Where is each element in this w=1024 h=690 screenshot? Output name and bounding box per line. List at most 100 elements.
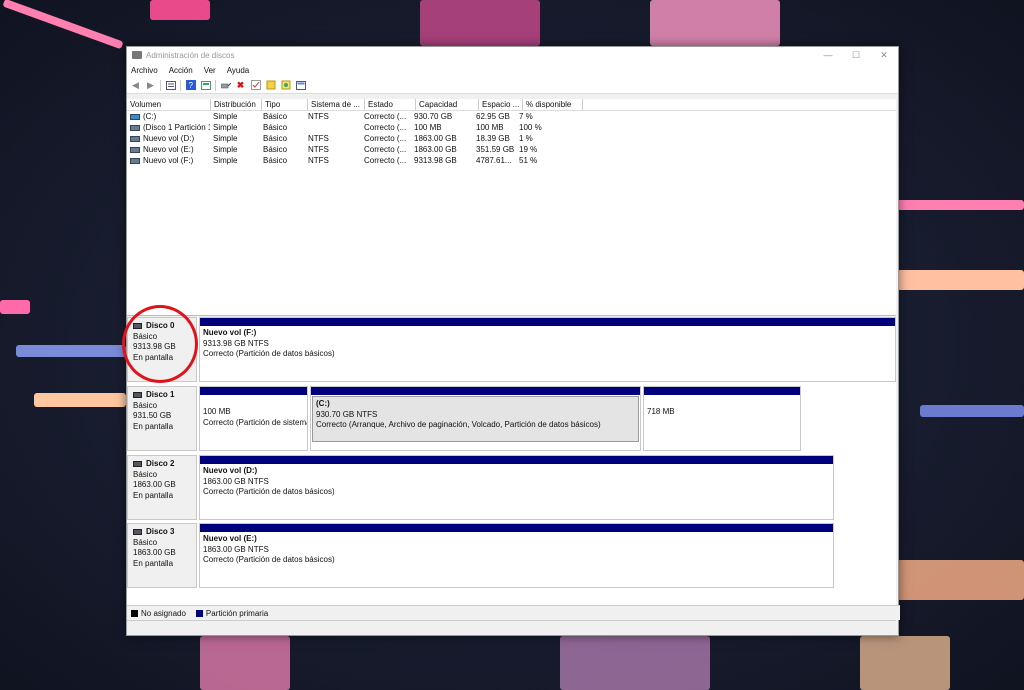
column-header[interactable]: Espacio ... [479,99,523,110]
partition-bar [200,456,833,464]
column-header[interactable]: Volumen [127,99,211,110]
cell-text: Correcto (... [364,156,407,165]
partition-bar [200,387,307,395]
partition-status: Correcto (Partición de datos básicos) [203,555,335,564]
cell-text: Simple [213,112,238,121]
disk-type: Básico [133,469,158,479]
menu-archivo[interactable]: Archivo [131,66,158,75]
table-cell: Correcto (... [361,155,411,166]
table-cell: NTFS [305,155,361,166]
toolbar-separator [160,79,161,91]
app-icon [132,51,142,59]
disk-label[interactable]: Disco 1 Básico 931.50 GB En pantalla [127,386,197,451]
cell-text: Simple [213,145,238,154]
streak [897,200,1024,210]
column-header[interactable]: Estado [365,99,416,110]
streak [150,0,210,20]
disk-row-1[interactable]: Disco 1 Básico 931.50 GB En pantalla 100… [127,386,801,451]
cell-text: Básico [263,145,288,154]
table-cell: 100 MB [411,122,473,133]
cell-text: 351.59 GB [476,145,515,154]
minimize-button[interactable]: — [814,50,842,60]
partition-status: Correcto (Partición de datos básicos) [203,349,335,358]
disk-list-icon[interactable] [165,80,176,91]
cell-text: (Disco 1 Partición 1) [143,123,210,132]
forward-arrow-icon[interactable]: ▶ [145,80,156,91]
table-cell: 4787.61... [473,155,516,166]
disk-size: 1863.00 GB [133,548,176,557]
cell-text: 51 % [519,156,538,165]
streak [2,0,124,50]
partition[interactable]: 718 MB [643,386,801,451]
table-cell: NTFS [305,111,361,122]
check-icon[interactable] [250,80,261,91]
partition[interactable]: 100 MB Correcto (Partición de sistema [199,386,308,451]
close-button[interactable]: ✕ [870,50,898,61]
cell-text: 100 MB [414,123,442,132]
table-cell: Simple [210,122,260,133]
column-header[interactable]: Tipo [262,99,308,110]
column-header[interactable]: Capacidad [416,99,479,110]
help-icon[interactable]: ? [185,80,196,91]
cell-text: NTFS [308,112,329,121]
disk-name: Disco 1 [146,390,175,399]
table-body: (C:) Simple Básico NTFS Correcto (... 930.70 … [127,111,896,166]
partition[interactable]: Nuevo vol (D:) 1863.00 GB NTFS Correcto … [199,455,834,520]
table-row[interactable]: Nuevo vol (E:) Simple Básico NTFS Correcto (… [127,144,896,155]
volume-name-cell: (Disco 1 Partición 1) [127,122,210,133]
disk-row-0[interactable]: Disco 0 Básico 9313.98 GB En pantalla Nu… [127,317,896,382]
disk-name: Disco 3 [146,527,175,536]
streak [560,636,710,690]
volume-list-pane: Volumen Distribución Tipo Sistema de ...… [127,99,896,316]
table-cell: 51 % [516,155,575,166]
table-cell: Correcto (... [361,122,411,133]
menu-ayuda[interactable]: Ayuda [227,66,250,75]
cell-text: 100 MB [476,123,504,132]
table-cell: 19 % [516,144,575,155]
table-row[interactable]: Nuevo vol (F:) Simple Básico NTFS Correcto (… [127,155,896,166]
table-row[interactable]: Nuevo vol (D:) Simple Básico NTFS Correcto (… [127,133,896,144]
disk-label[interactable]: Disco 2 Básico 1863.00 GB En pantalla [127,455,197,520]
partition-selected[interactable]: (C:) 930.70 GB NTFS Correcto (Arranque, … [310,386,641,451]
maximize-button[interactable]: ☐ [842,50,870,61]
column-header[interactable]: Sistema de ... [308,99,365,110]
partition-bar [200,524,833,532]
cell-text: Correcto (... [364,123,407,132]
table-header: Volumen Distribución Tipo Sistema de ...… [127,99,896,111]
partition[interactable]: Nuevo vol (F:) 9313.98 GB NTFS Correcto … [199,317,896,382]
rescan-icon[interactable] [280,80,291,91]
menu-accion[interactable]: Acción [169,66,193,75]
partition[interactable]: Nuevo vol (E:) 1863.00 GB NTFS Correcto … [199,523,834,588]
volume-name-cell: Nuevo vol (D:) [127,133,210,144]
partition-status: Correcto (Partición de datos básicos) [203,487,335,496]
cell-text: (C:) [143,112,157,121]
column-header[interactable]: % disponible [523,99,583,110]
back-arrow-icon[interactable]: ◀ [130,80,141,91]
legend-label: No asignado [141,608,186,618]
disk-row-2[interactable]: Disco 2 Básico 1863.00 GB En pantalla Nu… [127,455,834,520]
volume-icon [130,124,140,131]
table-cell: Básico [260,144,305,155]
disk-status: En pantalla [133,490,174,500]
connect-icon[interactable] [220,80,231,91]
disk-icon [133,461,142,468]
delete-icon[interactable]: ✖ [235,80,246,91]
volume-view-icon[interactable] [295,80,306,91]
table-cell [305,122,361,133]
table-cell: 100 MB [473,122,516,133]
open-folder-icon[interactable] [265,80,276,91]
table-row[interactable]: (Disco 1 Partición 1) Simple Básico Correct… [127,122,896,133]
cell-text: Básico [263,112,288,121]
table-row[interactable]: (C:) Simple Básico NTFS Correcto (... 930.70 … [127,111,896,122]
menu-ver[interactable]: Ver [204,66,216,75]
partition-size: 100 MB [203,407,231,416]
cell-text: Básico [263,156,288,165]
disk-label[interactable]: Disco 3 Básico 1863.00 GB En pantalla [127,523,197,588]
cell-text: Simple [213,156,238,165]
cell-text: Correcto (... [364,134,407,143]
column-header[interactable]: Distribución [211,99,262,110]
disk-row-3[interactable]: Disco 3 Básico 1863.00 GB En pantalla Nu… [127,523,834,588]
volume-name-cell: Nuevo vol (F:) [127,155,210,166]
disk-type: Básico [133,537,158,547]
properties-icon[interactable] [200,80,211,91]
